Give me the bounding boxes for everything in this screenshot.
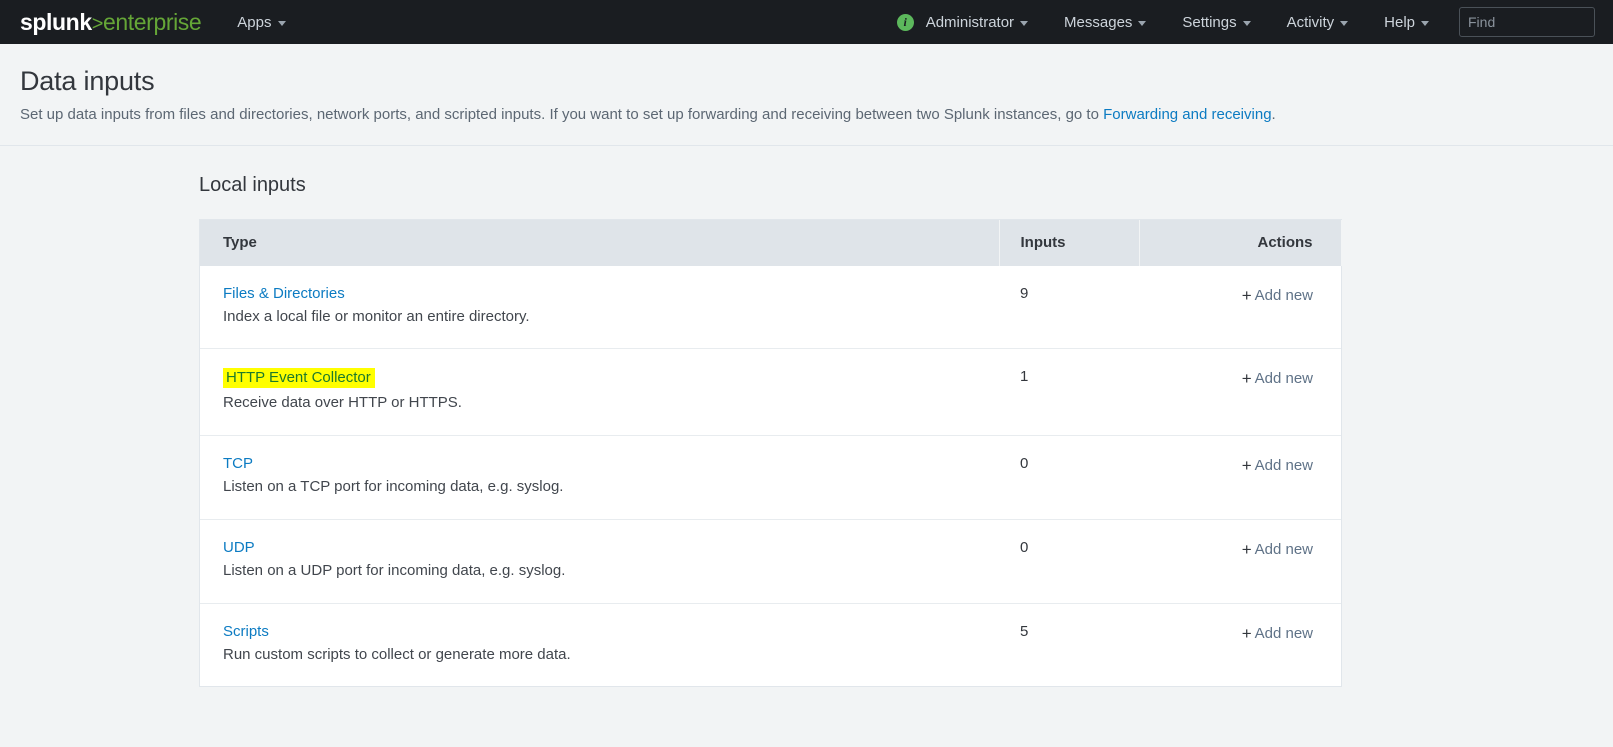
add-new-label: Add new xyxy=(1254,457,1313,475)
plus-icon: + xyxy=(1241,285,1252,305)
add-new-button[interactable]: + Add new xyxy=(1241,369,1313,389)
input-type-link[interactable]: HTTP Event Collector xyxy=(223,368,375,389)
chevron-down-icon xyxy=(1020,20,1029,26)
logo-text-splunk: splunk xyxy=(20,8,92,35)
administrator-menu[interactable]: Administrator xyxy=(925,0,1029,44)
cell-inputs-count: 0 xyxy=(999,518,1139,604)
page-description: Set up data inputs from files and direct… xyxy=(20,105,1613,125)
section-title-local-inputs: Local inputs xyxy=(199,173,306,196)
column-header-inputs[interactable]: Inputs xyxy=(999,219,1140,266)
activity-menu-label: Activity xyxy=(1286,13,1335,31)
add-new-label: Add new xyxy=(1254,286,1313,304)
chevron-down-icon xyxy=(1421,20,1429,26)
column-header-type[interactable]: Type xyxy=(200,219,1000,266)
page-description-text: Set up data inputs from files and direct… xyxy=(20,106,1104,124)
input-type-description: Listen on a TCP port for incoming data, … xyxy=(223,478,564,496)
chevron-down-icon xyxy=(1138,20,1147,26)
messages-menu[interactable]: Messages xyxy=(1064,0,1147,44)
page-title: Data inputs xyxy=(20,66,155,96)
add-new-button[interactable]: + Add new xyxy=(1241,285,1313,305)
cell-actions: + Add new xyxy=(1139,602,1341,687)
local-inputs-table-container: Type Inputs Actions Files & Directories I… xyxy=(199,218,1342,688)
help-menu[interactable]: Help xyxy=(1384,0,1429,44)
table-header: Type Inputs Actions xyxy=(200,219,1342,266)
forwarding-and-receiving-link[interactable]: Forwarding and receiving xyxy=(1103,106,1271,123)
column-header-actions: Actions xyxy=(1139,219,1342,266)
plus-icon: + xyxy=(1241,539,1252,559)
cell-type: Files & Directories Index a local file or… xyxy=(200,266,999,349)
activity-menu[interactable]: Activity xyxy=(1287,0,1349,44)
logo-text-enterprise: enterprise xyxy=(103,8,202,35)
apps-menu[interactable]: Apps xyxy=(237,0,286,44)
help-menu-label: Help xyxy=(1384,13,1415,31)
find-search-box[interactable] xyxy=(1459,7,1613,37)
plus-icon: + xyxy=(1241,369,1252,389)
cell-actions: + Add new xyxy=(1139,435,1341,520)
input-type-link[interactable]: Scripts xyxy=(223,623,269,640)
input-type-link[interactable]: UDP xyxy=(223,539,255,556)
cell-inputs-count: 0 xyxy=(999,435,1139,520)
table-row: HTTP Event Collector Receive data over HT… xyxy=(200,348,1341,436)
table-row: Files & Directories Index a local file or… xyxy=(200,266,1341,349)
settings-menu-label: Settings xyxy=(1182,13,1237,31)
chevron-down-icon xyxy=(1340,20,1349,26)
top-navigation-bar: splunk>enterprise Apps i Administrator M… xyxy=(0,0,1613,44)
input-type-description: Receive data over HTTP or HTTPS. xyxy=(223,394,462,412)
plus-icon: + xyxy=(1241,456,1252,476)
add-new-button[interactable]: + Add new xyxy=(1241,539,1313,559)
table-body: Files & Directories Index a local file or… xyxy=(200,266,1341,687)
input-type-link[interactable]: TCP xyxy=(223,455,253,472)
cell-inputs-count: 5 xyxy=(999,602,1139,687)
cell-type: UDP Listen on a UDP port for incoming dat… xyxy=(200,518,999,604)
info-icon[interactable]: i xyxy=(896,13,914,31)
add-new-button[interactable]: + Add new xyxy=(1241,456,1313,476)
cell-actions: + Add new xyxy=(1139,518,1341,604)
cell-inputs-count: 1 xyxy=(999,348,1139,436)
cell-type: TCP Listen on a TCP port for incoming dat… xyxy=(200,435,999,520)
table-row: TCP Listen on a TCP port for incoming dat… xyxy=(200,435,1341,520)
administrator-menu-label: Administrator xyxy=(925,13,1015,31)
cell-inputs-count: 9 xyxy=(1020,284,1029,302)
logo-text-caret: > xyxy=(91,12,104,35)
messages-menu-label: Messages xyxy=(1064,13,1133,31)
table-row: UDP Listen on a UDP port for incoming dat… xyxy=(200,518,1341,604)
cell-type: HTTP Event Collector Receive data over HT… xyxy=(200,348,999,436)
input-type-description: Run custom scripts to collect or generat… xyxy=(223,645,571,663)
input-type-description: Listen on a UDP port for incoming data, … xyxy=(223,561,566,579)
local-inputs-table: Type Inputs Actions Files & Directories I… xyxy=(200,219,1342,687)
chevron-down-icon xyxy=(277,20,286,26)
apps-menu-label: Apps xyxy=(237,13,272,31)
splunk-enterprise-logo[interactable]: splunk>enterprise xyxy=(20,8,202,35)
add-new-label: Add new xyxy=(1254,624,1313,642)
page-description-suffix: . xyxy=(1271,106,1276,124)
table-row: Scripts Run custom scripts to collect or … xyxy=(200,602,1341,687)
table-header-row: Type Inputs Actions xyxy=(200,219,1342,266)
cell-actions: + Add new xyxy=(1139,266,1341,349)
plus-icon: + xyxy=(1241,623,1252,643)
add-new-button[interactable]: + Add new xyxy=(1241,623,1313,643)
search-input[interactable] xyxy=(1468,14,1613,30)
cell-actions: + Add new xyxy=(1139,348,1341,436)
top-nav-right-group: i Administrator Messages Settings Activi… xyxy=(896,0,1613,44)
input-type-description: Index a local file or monitor an entire … xyxy=(223,307,530,325)
page-content: Local inputs Type Inputs Actions Files &… xyxy=(0,145,1613,747)
settings-menu[interactable]: Settings xyxy=(1182,0,1251,44)
cell-type: Scripts Run custom scripts to collect or … xyxy=(200,602,999,687)
chevron-down-icon xyxy=(1242,20,1251,26)
add-new-label: Add new xyxy=(1254,540,1313,558)
input-type-link[interactable]: Files & Directories xyxy=(223,285,345,302)
add-new-label: Add new xyxy=(1254,370,1313,388)
page-header: Data inputs Set up data inputs from file… xyxy=(0,44,1613,146)
